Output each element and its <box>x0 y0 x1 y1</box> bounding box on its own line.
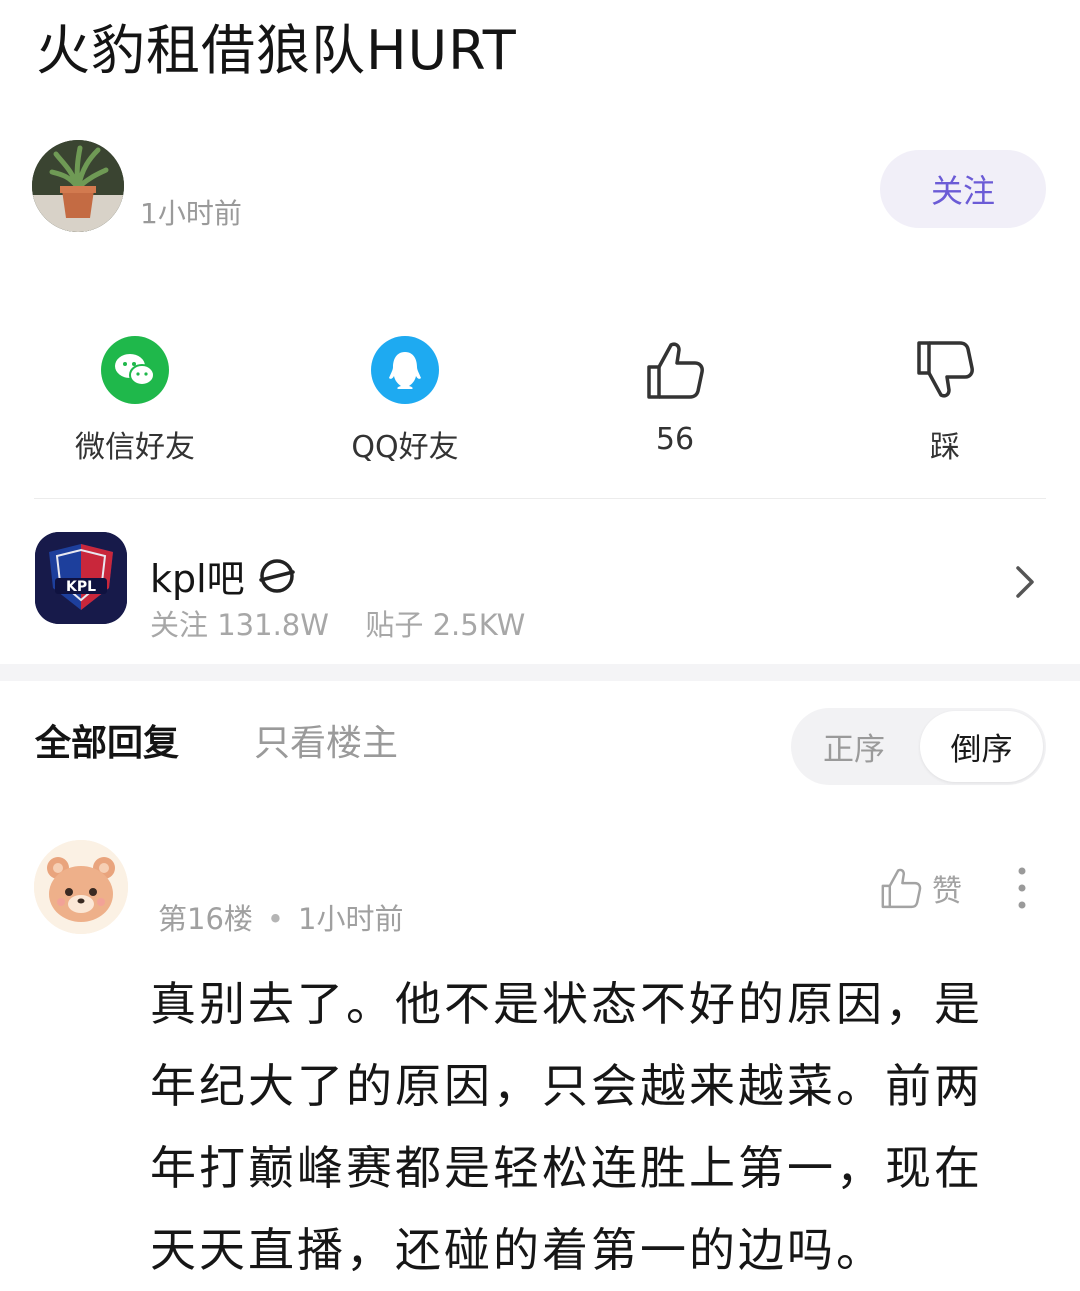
share-qq-button[interactable]: QQ好友 <box>305 336 505 466</box>
bear-avatar-image <box>34 840 128 934</box>
post-time: 1小时前 <box>140 197 242 230</box>
plant-avatar-image <box>32 140 124 232</box>
tab-all-replies[interactable]: 全部回复 <box>35 714 179 766</box>
comment-like-button[interactable]: 赞 <box>880 866 962 910</box>
dislike-label: 踩 <box>930 430 960 465</box>
more-options-icon[interactable] <box>1012 866 1032 910</box>
forum-name: kpl吧 <box>150 557 245 601</box>
comment-line: 年纪大了的原因，只会越来越菜。前两 <box>150 1059 983 1113</box>
author-avatar[interactable] <box>32 140 124 232</box>
tab-op-only[interactable]: 只看楼主 <box>254 714 398 766</box>
follow-button[interactable]: 关注 <box>880 150 1046 228</box>
comment-body: 真别去了。他不是状态不好的原因，是 年纪大了的原因，只会越来越菜。前两 年打巅峰… <box>150 963 1040 1291</box>
comment-line: 真别去了。他不是状态不好的原因，是 <box>150 977 983 1031</box>
qq-icon <box>371 336 439 404</box>
thumbs-up-icon <box>641 336 709 404</box>
share-wechat-button[interactable]: 微信好友 <box>35 336 235 466</box>
thumbs-down-icon <box>911 336 979 404</box>
comment-line: 天天直播，还碰的着第一的边吗。 <box>150 1223 885 1277</box>
comment-meta: 第16楼 • 1小时前 <box>158 896 403 938</box>
svg-text:KPL: KPL <box>66 579 96 595</box>
thumbs-up-icon <box>881 868 922 909</box>
comment-time: 1小时前 <box>298 902 404 936</box>
post-title: 火豹租借狼队HURT <box>36 19 517 82</box>
dislike-post-button[interactable]: 踩 <box>845 336 1045 466</box>
commenter-avatar[interactable] <box>34 840 128 934</box>
section-separator <box>0 664 1080 681</box>
verified-badge-icon <box>258 558 295 593</box>
meta-separator: • <box>266 902 285 936</box>
forum-name-row[interactable]: kpl吧 <box>150 548 297 603</box>
forum-posts: 贴子 2.5KW <box>365 608 526 642</box>
divider <box>34 498 1046 499</box>
comment-floor: 第16楼 <box>158 902 253 936</box>
forum-stats: 关注 131.8W 贴子 2.5KW <box>150 602 525 644</box>
share-qq-label: QQ好友 <box>351 430 459 465</box>
forum-followers: 关注 131.8W <box>150 608 329 642</box>
like-post-button[interactable]: 56 <box>575 336 775 457</box>
share-wechat-label: 微信好友 <box>75 430 195 465</box>
comment-line: 年打巅峰赛都是轻松连胜上第一，现在 <box>150 1141 983 1195</box>
chevron-right-icon[interactable] <box>1010 562 1040 602</box>
sort-descending-button[interactable]: 倒序 <box>920 711 1043 782</box>
wechat-icon <box>101 336 169 404</box>
like-count: 56 <box>655 422 695 457</box>
comment-like-label: 赞 <box>932 874 962 909</box>
forum-logo[interactable]: KPL <box>35 532 127 624</box>
sort-ascending-button[interactable]: 正序 <box>794 711 914 782</box>
sort-toggle: 正序 倒序 <box>791 708 1046 785</box>
